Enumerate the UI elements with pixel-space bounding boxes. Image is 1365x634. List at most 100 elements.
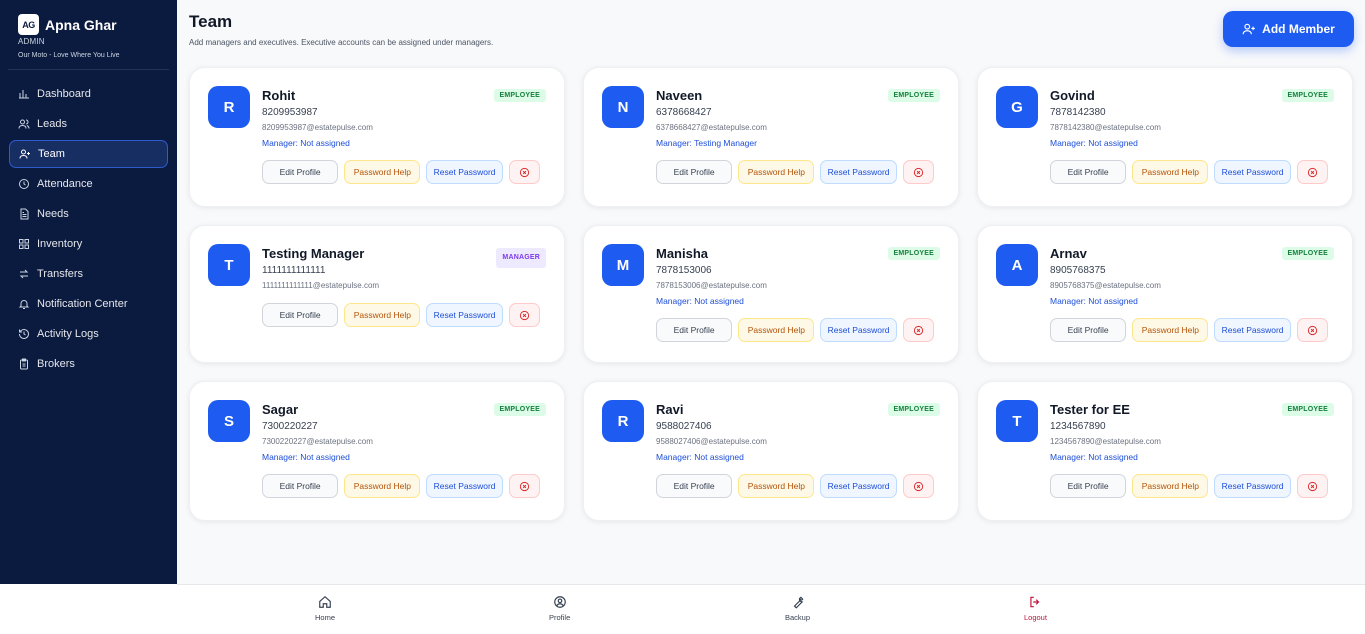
member-card: R EMPLOYEE Ravi 9588027406 9588027406@es… (583, 381, 959, 521)
sidebar-item-leads[interactable]: Leads (9, 110, 168, 138)
sidebar-item-transfers[interactable]: Transfers (9, 260, 168, 288)
edit-profile-button[interactable]: Edit Profile (656, 474, 733, 498)
member-manager: Manager: Not assigned (262, 138, 350, 148)
reset-password-button[interactable]: Reset Password (1214, 474, 1291, 498)
wrench-icon (793, 596, 804, 609)
delete-member-button[interactable] (508, 160, 540, 184)
reset-password-button[interactable]: Reset Password (1214, 318, 1291, 342)
member-card: A EMPLOYEE Arnav 8905768375 8905768375@e… (977, 225, 1353, 363)
delete-member-button[interactable] (1296, 160, 1328, 184)
member-manager: Manager: Not assigned (1050, 138, 1138, 148)
member-email: 7878153006@estatepulse.com (656, 281, 767, 290)
edit-profile-button[interactable]: Edit Profile (1050, 474, 1127, 498)
sidebar-item-label: Dashboard (37, 88, 91, 100)
sidebar-item-activity-logs[interactable]: Activity Logs (9, 320, 168, 348)
edit-profile-button[interactable]: Edit Profile (262, 160, 339, 184)
edit-profile-button[interactable]: Edit Profile (1050, 318, 1127, 342)
delete-member-button[interactable] (1296, 474, 1328, 498)
bell-icon (18, 298, 30, 310)
add-member-button[interactable]: Add Member (1223, 11, 1354, 47)
sidebar: AG Apna Ghar ADMIN Our Moto - Love Where… (0, 0, 177, 584)
avatar: N (602, 86, 644, 128)
member-email: 8209953987@estatepulse.com (262, 123, 373, 132)
reset-password-button[interactable]: Reset Password (426, 474, 503, 498)
role-badge: EMPLOYEE (1281, 247, 1334, 260)
avatar: G (996, 86, 1038, 128)
member-card: T MANAGER Testing Manager 1111111111111 … (189, 225, 565, 363)
sidebar-item-team[interactable]: Team (9, 140, 168, 168)
edit-profile-button[interactable]: Edit Profile (262, 303, 339, 327)
brand-name: Apna Ghar (45, 16, 117, 33)
edit-profile-button[interactable]: Edit Profile (262, 474, 339, 498)
chart-icon (18, 88, 30, 100)
password-help-button[interactable]: Password Help (1132, 318, 1209, 342)
password-help-button[interactable]: Password Help (738, 474, 815, 498)
bottom-nav-label: Home (315, 613, 336, 622)
bottom-nav-profile[interactable]: Profile (549, 595, 570, 622)
role-badge: EMPLOYEE (493, 89, 546, 102)
sidebar-item-dashboard[interactable]: Dashboard (9, 80, 168, 108)
password-help-button[interactable]: Password Help (738, 318, 815, 342)
delete-member-button[interactable] (902, 474, 934, 498)
avatar: R (602, 400, 644, 442)
close-circle-icon (519, 310, 529, 320)
delete-member-button[interactable] (902, 318, 934, 342)
delete-member-button[interactable] (508, 303, 540, 327)
member-card: N EMPLOYEE Naveen 6378668427 6378668427@… (583, 67, 959, 207)
page-title: Team (189, 12, 233, 31)
password-help-button[interactable]: Password Help (1132, 474, 1209, 498)
password-help-button[interactable]: Password Help (344, 474, 421, 498)
sidebar-item-label: Notification Center (37, 298, 128, 310)
member-phone: 8209953987 (262, 107, 318, 118)
member-phone: 1234567890 (1050, 421, 1106, 432)
bottom-nav-home[interactable]: Home (315, 595, 335, 622)
edit-profile-button[interactable]: Edit Profile (656, 160, 733, 184)
bottom-nav-backup[interactable]: Backup (785, 595, 810, 622)
reset-password-button[interactable]: Reset Password (820, 318, 897, 342)
member-email: 7878142380@estatepulse.com (1050, 123, 1161, 132)
reset-password-button[interactable]: Reset Password (820, 474, 897, 498)
sidebar-item-attendance[interactable]: Attendance (9, 170, 168, 198)
close-circle-icon (1307, 167, 1317, 177)
member-email: 6378668427@estatepulse.com (656, 123, 767, 132)
sidebar-item-inventory[interactable]: Inventory (9, 230, 168, 258)
reset-password-button[interactable]: Reset Password (1214, 160, 1291, 184)
reset-password-button[interactable]: Reset Password (426, 303, 503, 327)
member-email: 1234567890@estatepulse.com (1050, 437, 1161, 446)
bottom-nav-label: Profile (549, 613, 571, 622)
password-help-button[interactable]: Password Help (738, 160, 815, 184)
delete-member-button[interactable] (1296, 318, 1328, 342)
password-help-button[interactable]: Password Help (1132, 160, 1209, 184)
delete-member-button[interactable] (508, 474, 540, 498)
brand-role: ADMIN (18, 37, 45, 46)
reset-password-button[interactable]: Reset Password (820, 160, 897, 184)
member-email: 9588027406@estatepulse.com (656, 437, 767, 446)
close-circle-icon (913, 325, 923, 335)
avatar: T (996, 400, 1038, 442)
sidebar-item-label: Transfers (37, 268, 84, 280)
member-card: T EMPLOYEE Tester for EE 1234567890 1234… (977, 381, 1353, 521)
edit-profile-button[interactable]: Edit Profile (1050, 160, 1127, 184)
sidebar-item-label: Activity Logs (37, 328, 99, 340)
sidebar-item-needs[interactable]: Needs (9, 200, 168, 228)
close-circle-icon (913, 167, 923, 177)
role-badge: EMPLOYEE (1281, 89, 1334, 102)
reset-password-button[interactable]: Reset Password (426, 160, 503, 184)
sidebar-item-brokers[interactable]: Brokers (9, 350, 168, 378)
sidebar-item-label: Team (38, 148, 65, 160)
member-card: S EMPLOYEE Sagar 7300220227 7300220227@e… (189, 381, 565, 521)
password-help-button[interactable]: Password Help (344, 160, 421, 184)
member-email: 8905768375@estatepulse.com (1050, 281, 1161, 290)
sidebar-item-notification-center[interactable]: Notification Center (9, 290, 168, 318)
edit-profile-button[interactable]: Edit Profile (656, 318, 733, 342)
password-help-button[interactable]: Password Help (344, 303, 421, 327)
member-phone: 7878153006 (656, 265, 712, 276)
member-card: R EMPLOYEE Rohit 8209953987 8209953987@e… (189, 67, 565, 207)
delete-member-button[interactable] (902, 160, 934, 184)
role-badge: MANAGER (496, 248, 546, 268)
sidebar-item-label: Brokers (37, 358, 75, 370)
member-phone: 7878142380 (1050, 107, 1106, 118)
member-manager: Manager: Not assigned (262, 452, 350, 462)
bottom-nav-logout[interactable]: Logout (1024, 595, 1047, 622)
member-email: 7300220227@estatepulse.com (262, 437, 373, 446)
